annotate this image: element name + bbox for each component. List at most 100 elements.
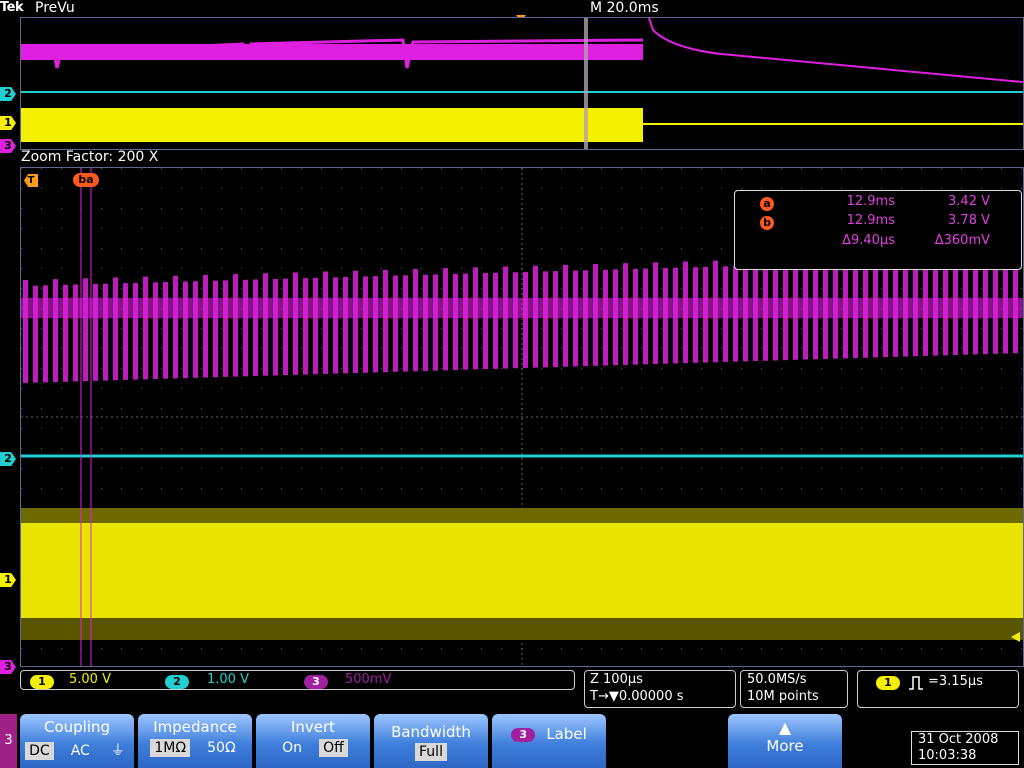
zoom-ch3-burst [153, 282, 158, 380]
zoom-ch3-burst [333, 277, 338, 374]
cursor-b-voltage: 3.78 V [948, 213, 990, 228]
date: 31 Oct 2008 [918, 732, 999, 747]
invert-off-option[interactable]: Off [319, 739, 348, 757]
zoom-ch3-burst [233, 274, 238, 377]
zoom-ch3-burst [463, 273, 468, 370]
zoom-ch3-burst [283, 278, 288, 376]
zoom-scale: Z 100µs [590, 672, 643, 687]
zoom-ch3-burst [263, 273, 268, 376]
record-length: 10M points [747, 689, 819, 704]
ch3-scale: 500mV [345, 672, 392, 687]
cursor-a-row: a 12.9ms 3.42 V [735, 194, 1021, 214]
zoom-ch3-burst [453, 273, 458, 371]
trigger-position: T→▼0.00000 s [590, 689, 684, 704]
invert-button[interactable]: Invert On Off [256, 714, 370, 768]
tek-logo: Tek [0, 0, 24, 15]
preview-ch3-marker[interactable]: 3 [0, 139, 16, 153]
coupling-dc-option[interactable]: DC [25, 742, 54, 760]
zoom-ch3-burst [53, 279, 58, 383]
label-title: Label [546, 725, 587, 743]
vertical-scale-readout[interactable]: 1 5.00 V 2 1.00 V 3 500mV [20, 670, 575, 690]
more-title: More [766, 737, 804, 755]
zoom-ch3-burst [543, 271, 548, 368]
zoom-ch3-burst [253, 279, 258, 377]
bandwidth-value: Full [415, 743, 447, 761]
label-button[interactable]: 3 Label [492, 714, 606, 768]
trigger-readout[interactable]: 1 =3.15µs [857, 670, 1019, 708]
zoom-ch3-burst [123, 283, 128, 380]
zoom-ch2-marker[interactable]: 2 [0, 452, 16, 466]
zoom-ch3-burst [523, 271, 528, 368]
zoom-ch3-burst [83, 278, 88, 382]
zoom-ch3-burst [113, 277, 118, 381]
invert-title: Invert [290, 718, 336, 736]
coupling-ground-option[interactable]: ⏚ [107, 739, 129, 761]
impedance-button[interactable]: Impedance 1MΩ 50Ω [138, 714, 252, 768]
zoom-ch3-burst [23, 279, 28, 383]
impedance-title: Impedance [153, 718, 237, 736]
zoom-ch3-burst [373, 276, 378, 373]
horizontal-readout[interactable]: Z 100µs T→▼0.00000 s [584, 670, 736, 708]
zoom-ch3-burst [223, 280, 228, 377]
zoom-ch3-burst [413, 269, 418, 372]
coupling-button[interactable]: Coupling DC AC ⏚ [20, 714, 134, 768]
sample-rate: 50.0MS/s [747, 672, 807, 687]
invert-on-option[interactable]: On [278, 739, 306, 757]
zoom-ch3-burst [423, 274, 428, 371]
ch3-menu-tab[interactable]: 3 [0, 714, 17, 768]
zoom-ch3-burst [403, 275, 408, 372]
zoom-ch3-burst [213, 280, 218, 378]
zoom-ch3-burst [293, 272, 298, 375]
preview-waveform-area[interactable] [20, 17, 1024, 150]
zoom-ch3-burst [513, 272, 518, 369]
ch2-scale: 1.00 V [207, 672, 249, 687]
zoom-ch3-burst [433, 274, 438, 371]
preview-ch1-marker[interactable]: 1 [0, 116, 16, 130]
preview-ch2-marker[interactable]: 2 [0, 87, 16, 101]
zoom-ch3-burst [133, 282, 138, 380]
cursor-delta-row: Δ9.40µs Δ360mV [735, 233, 1021, 253]
acquisition-readout[interactable]: 50.0MS/s 10M points [740, 670, 848, 708]
impedance-50ohm-option[interactable]: 50Ω [203, 739, 240, 757]
prevu-label: PreVu [35, 0, 75, 16]
zoom-ch3-burst [473, 267, 478, 370]
zoom-ch3-burst [553, 271, 558, 368]
trigger-source-badge: 1 [876, 675, 900, 690]
bandwidth-title: Bandwidth [391, 723, 471, 741]
ch3-badge: 3 [304, 673, 328, 691]
preview-ch1-band [21, 108, 643, 142]
zoom-ch3-burst [573, 270, 578, 367]
zoom-ch1-band-dark-bottom [21, 618, 1023, 640]
cursor-delta-time: Δ9.40µs [842, 233, 895, 248]
preview-zoom-window [584, 18, 588, 149]
zoom-cursor-ba-marker: ba [73, 173, 99, 187]
zoom-ch3-burst [393, 275, 398, 372]
zoom-factor-label: Zoom Factor: 200 X [21, 149, 159, 165]
cursor-a-icon: a [760, 197, 774, 211]
zoom-ch3-burst [323, 271, 328, 374]
timebase-readout: M 20.0ms [590, 0, 659, 16]
label-ch3-badge: 3 [511, 727, 536, 742]
bandwidth-button[interactable]: Bandwidth Full [374, 714, 488, 768]
impedance-1mohm-option[interactable]: 1MΩ [150, 739, 191, 757]
cursor-b-time: 12.9ms [846, 213, 895, 228]
zoom-ch3-burst [273, 278, 278, 376]
zoom-ch3-burst [193, 281, 198, 378]
ch2-badge: 2 [165, 673, 189, 691]
zoom-ch3-burst [203, 274, 208, 378]
zoom-ch3-marker[interactable]: 3 [0, 660, 16, 674]
zoom-ch3-burst [143, 276, 148, 380]
zoom-ch1-marker[interactable]: 1 [0, 573, 16, 587]
zoom-ch3-burst [583, 270, 588, 367]
cursor-b-row: b 12.9ms 3.78 V [735, 213, 1021, 233]
zoom-ch3-burst [363, 276, 368, 373]
zoom-ch3-burst [173, 275, 178, 379]
zoom-ch3-burst [343, 276, 348, 374]
zoom-ch3-burst [313, 277, 318, 375]
preview-ch3-band [21, 44, 643, 60]
zoom-ch3-burst [443, 268, 448, 371]
cursor-readout-panel: a 12.9ms 3.42 V b 12.9ms 3.78 V Δ9.40µs … [734, 190, 1022, 270]
zoom-ch3-burst [183, 281, 188, 379]
coupling-ac-option[interactable]: AC [67, 742, 94, 760]
more-button[interactable]: ▲ More [728, 714, 842, 768]
